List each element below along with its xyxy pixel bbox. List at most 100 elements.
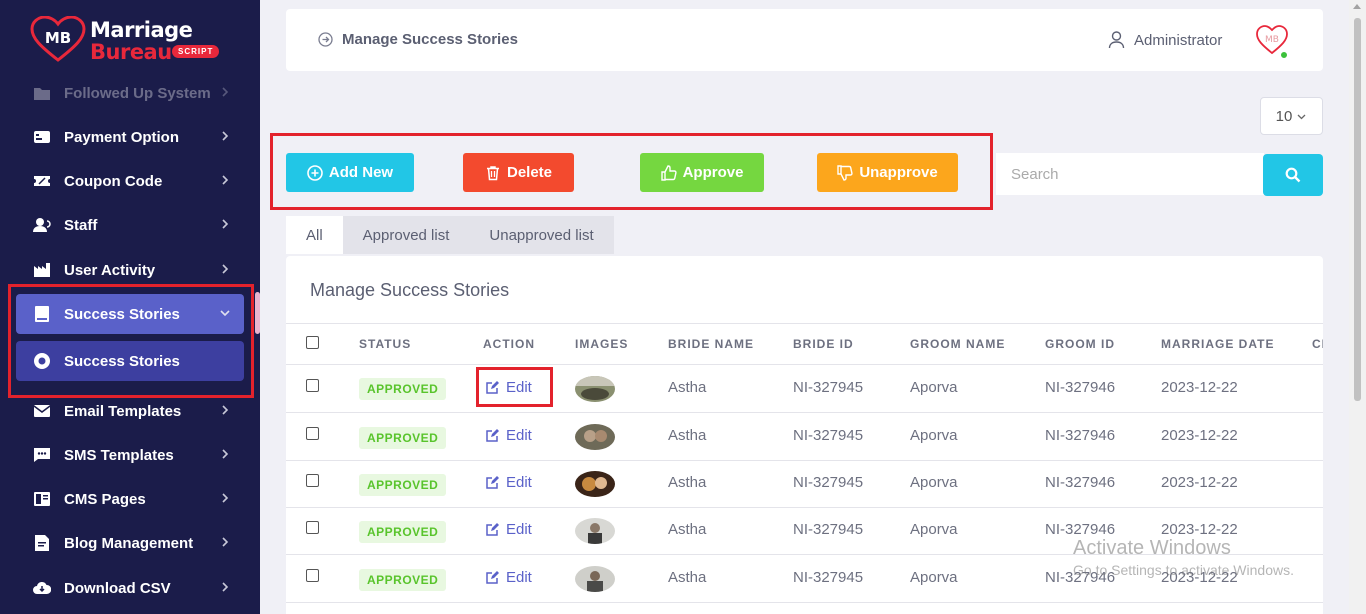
groom-id: NI-327946 xyxy=(1045,474,1116,491)
groom-name: Aporva xyxy=(910,379,958,396)
edit-link[interactable]: Edit xyxy=(485,427,532,444)
th-status: STATUS xyxy=(359,337,412,351)
groom-name: Aporva xyxy=(910,474,958,491)
sms-icon xyxy=(32,445,52,465)
table-row: APPROVED Edit Astha NI-327945 Aporva NI-… xyxy=(286,413,1323,461)
add-new-label: Add New xyxy=(328,164,394,181)
chevron-right-icon xyxy=(222,131,229,141)
edit-icon xyxy=(486,523,499,536)
story-thumbnail[interactable] xyxy=(575,518,615,544)
add-new-button[interactable]: Add New xyxy=(286,153,414,192)
edit-icon xyxy=(486,476,499,489)
logo-mark-text: MB xyxy=(45,29,71,47)
edit-icon xyxy=(486,571,499,584)
bride-name: Astha xyxy=(668,427,707,444)
page-scrollbar[interactable] xyxy=(1349,0,1366,614)
row-checkbox[interactable] xyxy=(306,521,319,534)
story-thumbnail[interactable] xyxy=(575,376,615,402)
avatar-mark-text: MB xyxy=(1265,35,1279,45)
edit-link[interactable]: Edit xyxy=(485,521,532,538)
bride-id: NI-327945 xyxy=(793,427,864,444)
groom-id: NI-327946 xyxy=(1045,379,1116,396)
sidebar-item-coupon-code[interactable]: Coupon Code xyxy=(16,161,244,201)
factory-icon xyxy=(32,260,52,280)
sidebar-item-download-csv[interactable]: Download CSV xyxy=(16,568,244,608)
scroll-up-arrow-icon[interactable] xyxy=(1353,4,1361,9)
trash-icon xyxy=(486,165,499,180)
chevron-right-icon xyxy=(222,449,229,459)
story-thumbnail[interactable] xyxy=(575,424,615,450)
chevron-right-icon xyxy=(222,264,229,274)
user-icon xyxy=(1108,31,1125,49)
marriage-date: 2023-12-22 xyxy=(1161,474,1238,491)
sidebar-item-email-templates[interactable]: Email Templates xyxy=(16,391,244,431)
groom-name: Aporva xyxy=(910,521,958,538)
top-header: Manage Success Stories Administrator MB xyxy=(286,9,1323,71)
th-images: IMAGES xyxy=(575,337,629,351)
chevron-right-icon xyxy=(222,405,229,415)
edit-link[interactable]: Edit xyxy=(485,474,532,491)
marriage-date: 2023-12-22 xyxy=(1161,521,1238,538)
status-badge: APPROVED xyxy=(359,378,447,400)
online-status-dot xyxy=(1280,51,1288,59)
marriage-date: 2023-12-22 xyxy=(1161,427,1238,444)
sidebar-item-followed-up-system[interactable]: Followed Up System xyxy=(16,73,244,113)
activate-windows-subtitle: Go to Settings to activate Windows. xyxy=(1073,562,1294,578)
tab-unapproved-list[interactable]: Unapproved list xyxy=(469,216,614,254)
sidebar-item-payment-option[interactable]: Payment Option xyxy=(16,117,244,157)
sidebar-item-blog-management[interactable]: Blog Management xyxy=(16,523,244,563)
circle-arrow-icon xyxy=(318,32,333,47)
unapprove-button[interactable]: Unapprove xyxy=(817,153,958,192)
bride-id: NI-327945 xyxy=(793,379,864,396)
sidebar-item-label: Followed Up System xyxy=(64,84,211,102)
bride-id: NI-327945 xyxy=(793,521,864,538)
search-button[interactable] xyxy=(1263,154,1323,196)
edit-icon xyxy=(486,429,499,442)
th-marriage-date: MARRIAGE DATE xyxy=(1161,337,1275,351)
edit-label: Edit xyxy=(506,427,532,444)
row-checkbox[interactable] xyxy=(306,379,319,392)
success-stories-card: Manage Success Stories STATUS ACTION IMA… xyxy=(286,256,1323,614)
story-thumbnail[interactable] xyxy=(575,471,615,497)
user-name[interactable]: Administrator xyxy=(1134,32,1222,49)
per-page-select[interactable]: 10 xyxy=(1260,97,1323,135)
th-action: ACTION xyxy=(483,337,535,351)
cms-icon xyxy=(32,489,52,509)
heart-logo-icon: MB xyxy=(30,16,86,62)
select-all-checkbox[interactable] xyxy=(306,336,319,349)
sidebar-highlight-box xyxy=(8,284,254,398)
scrollbar-thumb[interactable] xyxy=(1354,18,1361,401)
row-checkbox[interactable] xyxy=(306,569,319,582)
bride-name: Astha xyxy=(668,569,707,586)
marriage-date: 2023-12-22 xyxy=(1161,379,1238,396)
row-checkbox[interactable] xyxy=(306,474,319,487)
th-groom-name: GROOM NAME xyxy=(910,337,1006,351)
table-row: APPROVED Edit Astha NI-327945 Aporva NI-… xyxy=(286,365,1323,413)
bride-name: Astha xyxy=(668,474,707,491)
per-page-value: 10 xyxy=(1275,107,1293,125)
logo-line1: Marriage xyxy=(90,18,193,42)
tab-all[interactable]: All xyxy=(286,216,343,254)
story-thumbnail[interactable] xyxy=(575,566,615,592)
logo[interactable]: MB Marriage Bureau SCRIPT xyxy=(30,12,240,68)
logo-badge: SCRIPT xyxy=(172,45,220,58)
sidebar-item-staff[interactable]: Staff xyxy=(16,205,244,245)
table-row: APPROVED Edit Astha NI-327945 Aporva NI-… xyxy=(286,460,1323,508)
sidebar-scrollbar[interactable] xyxy=(255,292,260,334)
delete-button[interactable]: Delete xyxy=(463,153,574,192)
approve-button[interactable]: Approve xyxy=(640,153,764,192)
sidebar-item-sms-templates[interactable]: SMS Templates xyxy=(16,435,244,475)
row-checkbox[interactable] xyxy=(306,427,319,440)
chevron-right-icon xyxy=(222,87,229,97)
search-input[interactable] xyxy=(996,153,1264,195)
status-badge: APPROVED xyxy=(359,474,447,496)
breadcrumb: Manage Success Stories xyxy=(342,31,518,48)
delete-label: Delete xyxy=(506,164,553,181)
sidebar-item-label: Blog Management xyxy=(64,534,194,552)
sidebar-item-label: CMS Pages xyxy=(64,490,146,508)
bride-name: Astha xyxy=(668,379,707,396)
tab-approved-list[interactable]: Approved list xyxy=(342,216,470,254)
sidebar-item-label: Staff xyxy=(64,216,98,234)
sidebar-item-cms-pages[interactable]: CMS Pages xyxy=(16,479,244,519)
edit-link[interactable]: Edit xyxy=(485,569,532,586)
